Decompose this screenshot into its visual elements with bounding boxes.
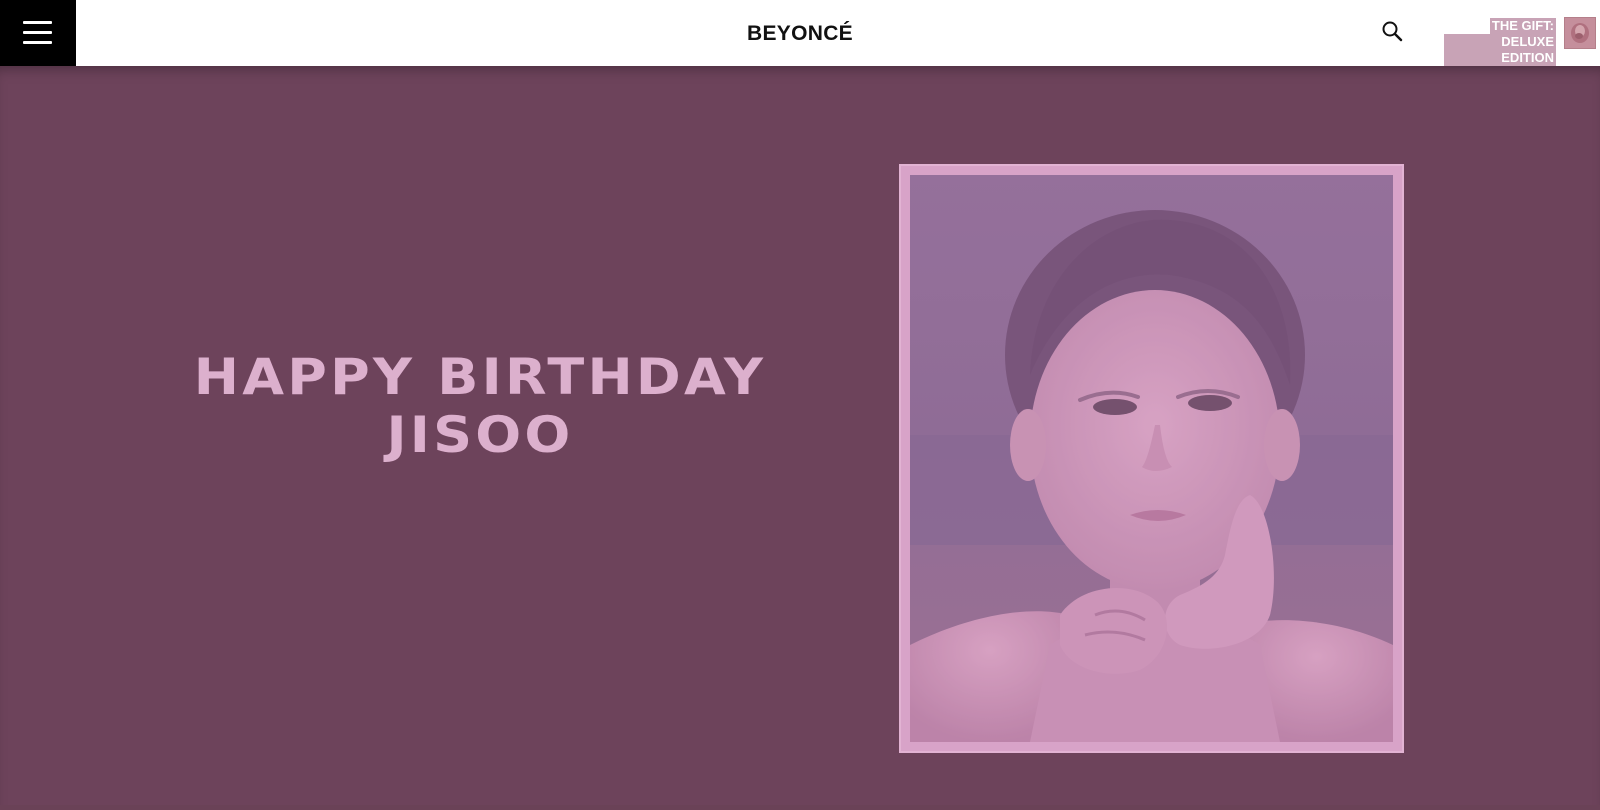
search-button[interactable] (1380, 19, 1406, 45)
album-promo-link[interactable]: THE GIFT: DELUXE EDITION (1444, 17, 1598, 66)
hero-headline-line1: HAPPY BIRTHDAY (193, 348, 767, 406)
top-navigation-bar: BEYONCÉ THE GIFT: DELUXE EDITION (0, 0, 1600, 66)
album-cover-thumbnail (1564, 17, 1596, 49)
hamburger-menu-icon (0, 0, 76, 66)
album-promo-title: THE GIFT: (1489, 18, 1556, 34)
childhood-portrait-photo (910, 175, 1393, 742)
hero-headline: HAPPY BIRTHDAY JISOO (156, 348, 804, 464)
brand-logo[interactable]: BEYONCÉ (747, 22, 853, 45)
brand-logo-container: BEYONCÉ (0, 22, 1600, 46)
childhood-photo-frame (899, 164, 1404, 753)
album-promo-edition: DELUXE EDITION (1444, 34, 1556, 66)
album-promo-text: THE GIFT: DELUXE EDITION (1444, 18, 1556, 66)
hero-bottom-strip (0, 805, 1600, 810)
hero-headline-line2: JISOO (386, 406, 574, 464)
search-icon (1382, 21, 1403, 42)
hamburger-menu-button[interactable] (0, 0, 76, 66)
